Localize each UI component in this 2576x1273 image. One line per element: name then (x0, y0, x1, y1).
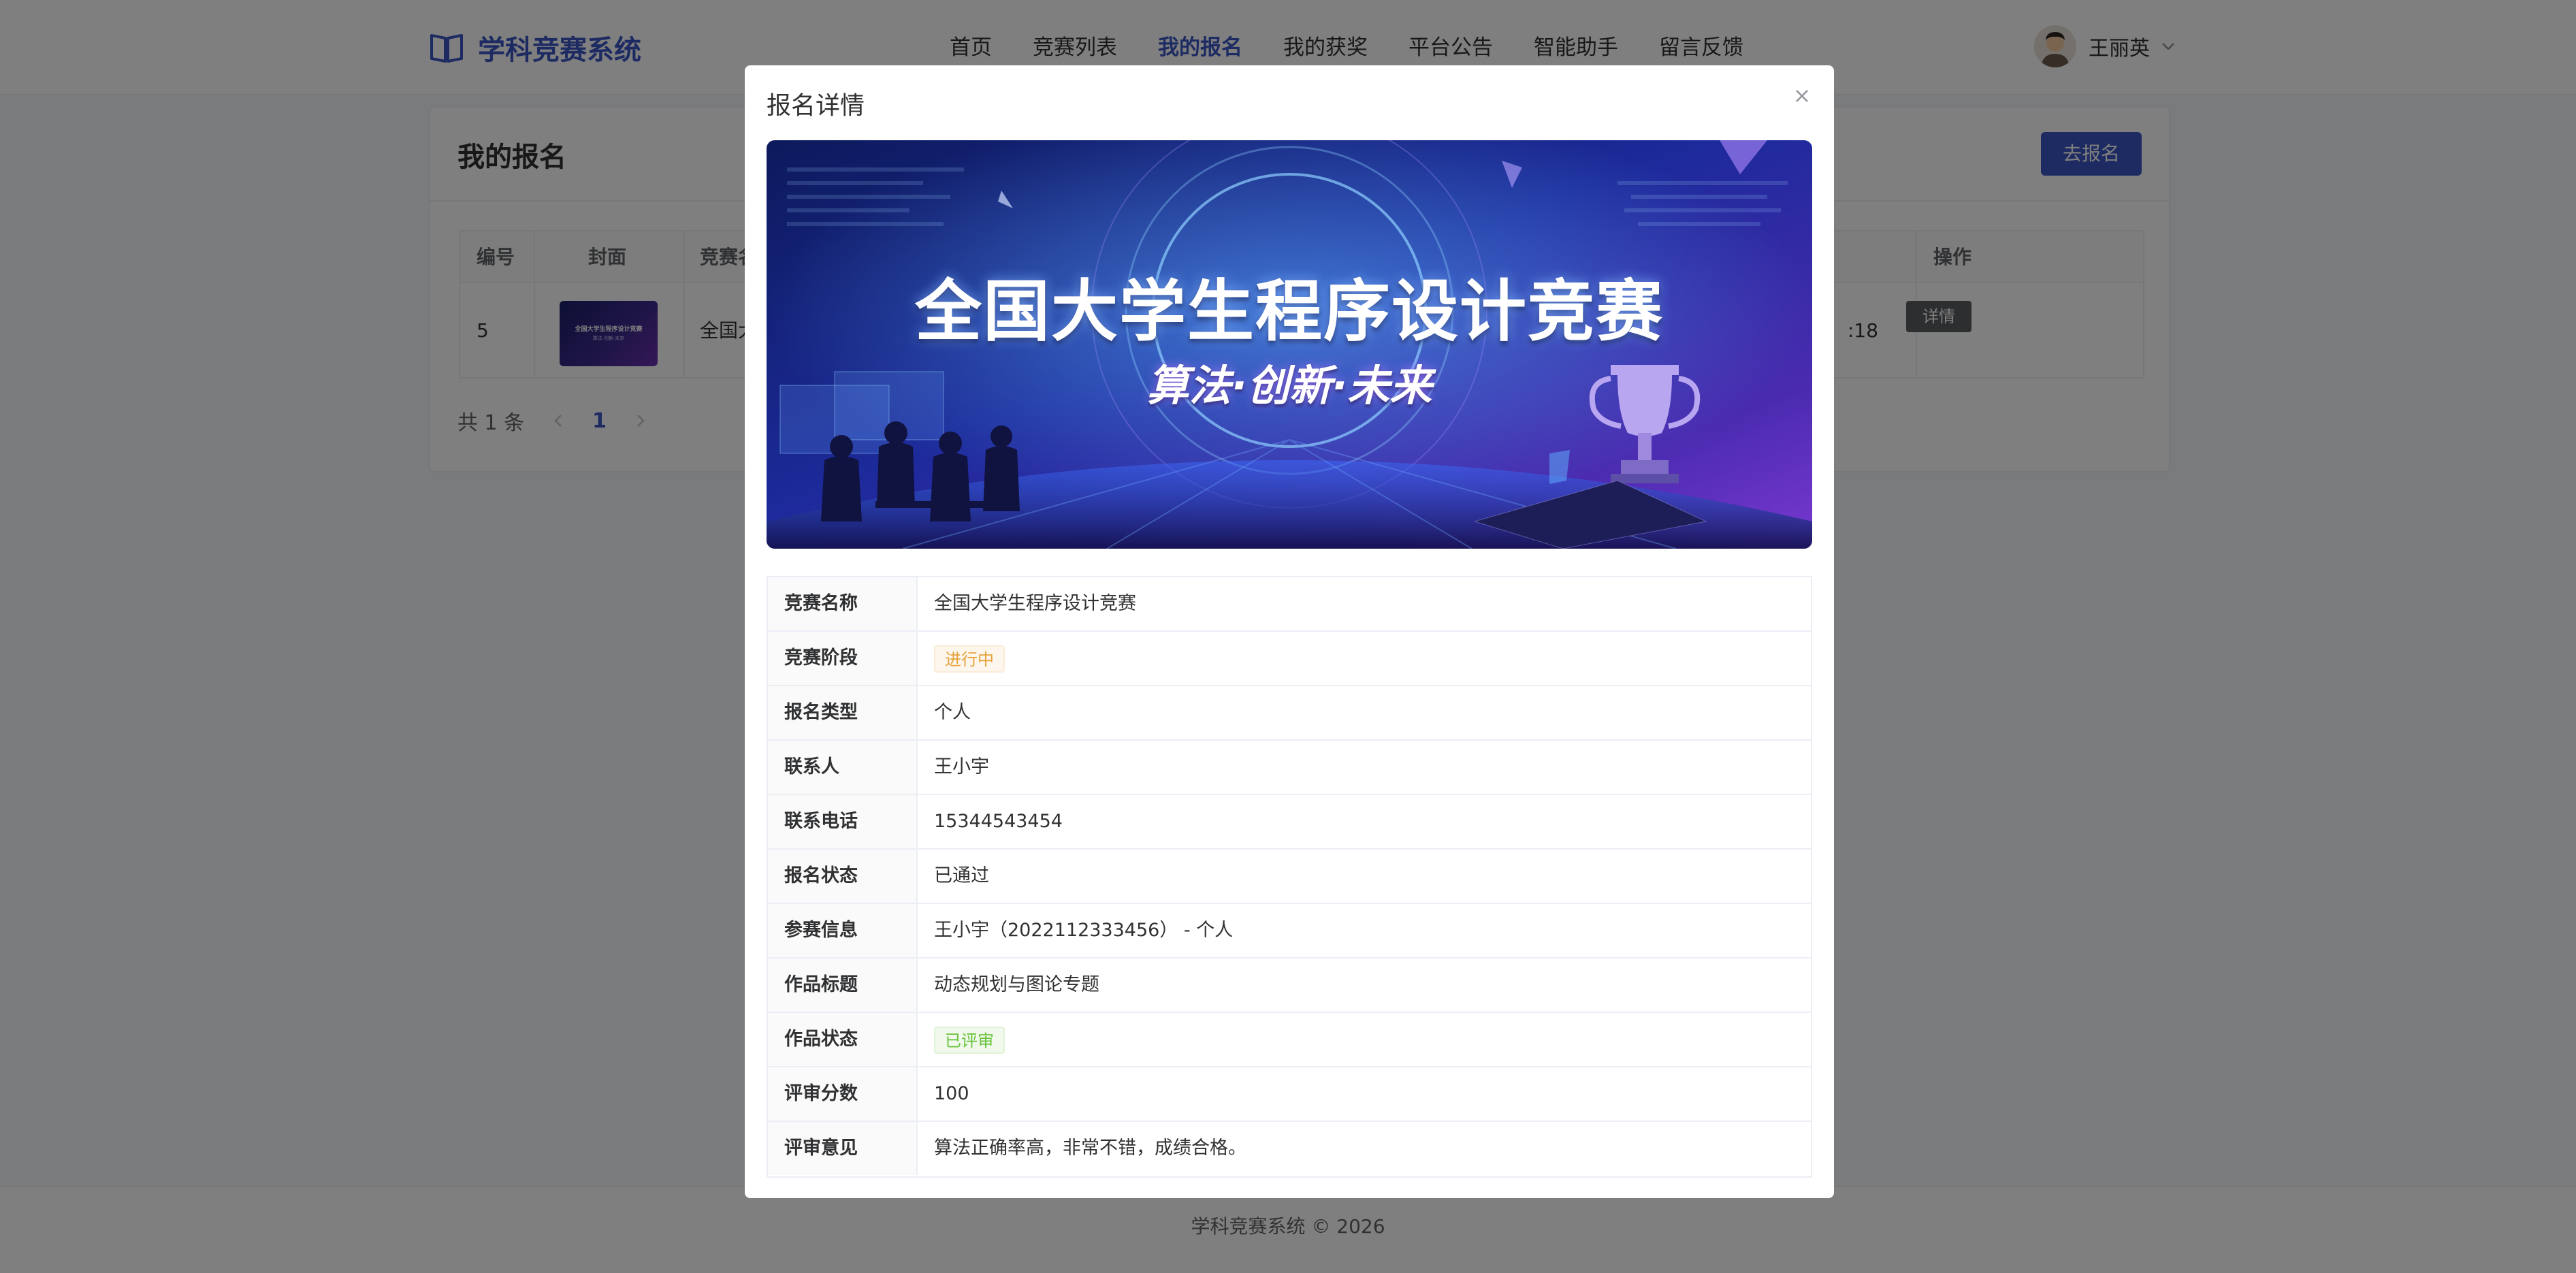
field-label: 联系人 (768, 741, 918, 794)
detail-row: 评审分数 100 (768, 1067, 1811, 1122)
field-label: 作品标题 (768, 958, 918, 1012)
detail-row: 竞赛名称 全国大学生程序设计竞赛 (768, 577, 1811, 632)
field-label: 评审意见 (768, 1122, 918, 1175)
field-label: 报名类型 (768, 686, 918, 739)
work-status-tag: 已评审 (934, 1027, 1005, 1054)
detail-row: 报名类型 个人 (768, 686, 1811, 741)
field-label: 竞赛阶段 (768, 632, 918, 685)
stage-tag: 进行中 (934, 645, 1005, 673)
page: 学科竞赛系统 首页 竞赛列表 我的报名 我的获奖 平台公告 智能助手 留言反馈 … (0, 0, 2576, 1273)
detail-row: 联系电话 15344543454 (768, 795, 1811, 850)
phone-value: 15344543454 (934, 811, 1063, 832)
competition-banner: 全国大学生程序设计竞赛 算法·创新·未来 (767, 140, 1812, 549)
detail-row: 竞赛阶段 进行中 (768, 632, 1811, 686)
detail-row: 参赛信息 王小宇（2022112333456） - 个人 (768, 904, 1811, 958)
field-label: 竞赛名称 (768, 577, 918, 630)
detail-table: 竞赛名称 全国大学生程序设计竞赛 竞赛阶段 进行中 报名类型 个人 联系人 王小… (767, 576, 1812, 1178)
banner-subtitle: 算法·创新·未来 (1146, 361, 1432, 410)
signup-status-value: 已通过 (934, 865, 989, 886)
detail-row: 联系人 王小宇 (768, 741, 1811, 795)
field-label: 联系电话 (768, 795, 918, 848)
dialog-title: 报名详情 (767, 92, 865, 120)
signup-detail-dialog: 报名详情 全国大学生程序设计竞赛 算法·创新·未来 竞赛名称 全国大学生程序设计… (745, 65, 1834, 1198)
field-label: 参赛信息 (768, 904, 918, 957)
field-label: 报名状态 (768, 850, 918, 903)
detail-row: 报名状态 已通过 (768, 850, 1811, 904)
field-label: 作品状态 (768, 1013, 918, 1066)
banner-title: 全国大学生程序设计竞赛 (914, 273, 1664, 351)
contact-value: 王小宇 (934, 756, 989, 777)
field-label: 评审分数 (768, 1067, 918, 1121)
participant-info-value: 王小宇（2022112333456） - 个人 (934, 920, 1234, 941)
detail-row: 作品标题 动态规划与图论专题 (768, 958, 1811, 1013)
detail-row: 作品状态 已评审 (768, 1013, 1811, 1067)
signup-type-value: 个人 (934, 702, 971, 723)
competition-name-value: 全国大学生程序设计竞赛 (934, 593, 1136, 614)
comment-value: 算法正确率高，非常不错，成绩合格。 (934, 1138, 1246, 1159)
score-value: 100 (934, 1083, 969, 1104)
close-icon[interactable] (1790, 84, 1814, 108)
work-title-value: 动态规划与图论专题 (934, 974, 1099, 995)
detail-row: 评审意见 算法正确率高，非常不错，成绩合格。 (768, 1122, 1811, 1176)
